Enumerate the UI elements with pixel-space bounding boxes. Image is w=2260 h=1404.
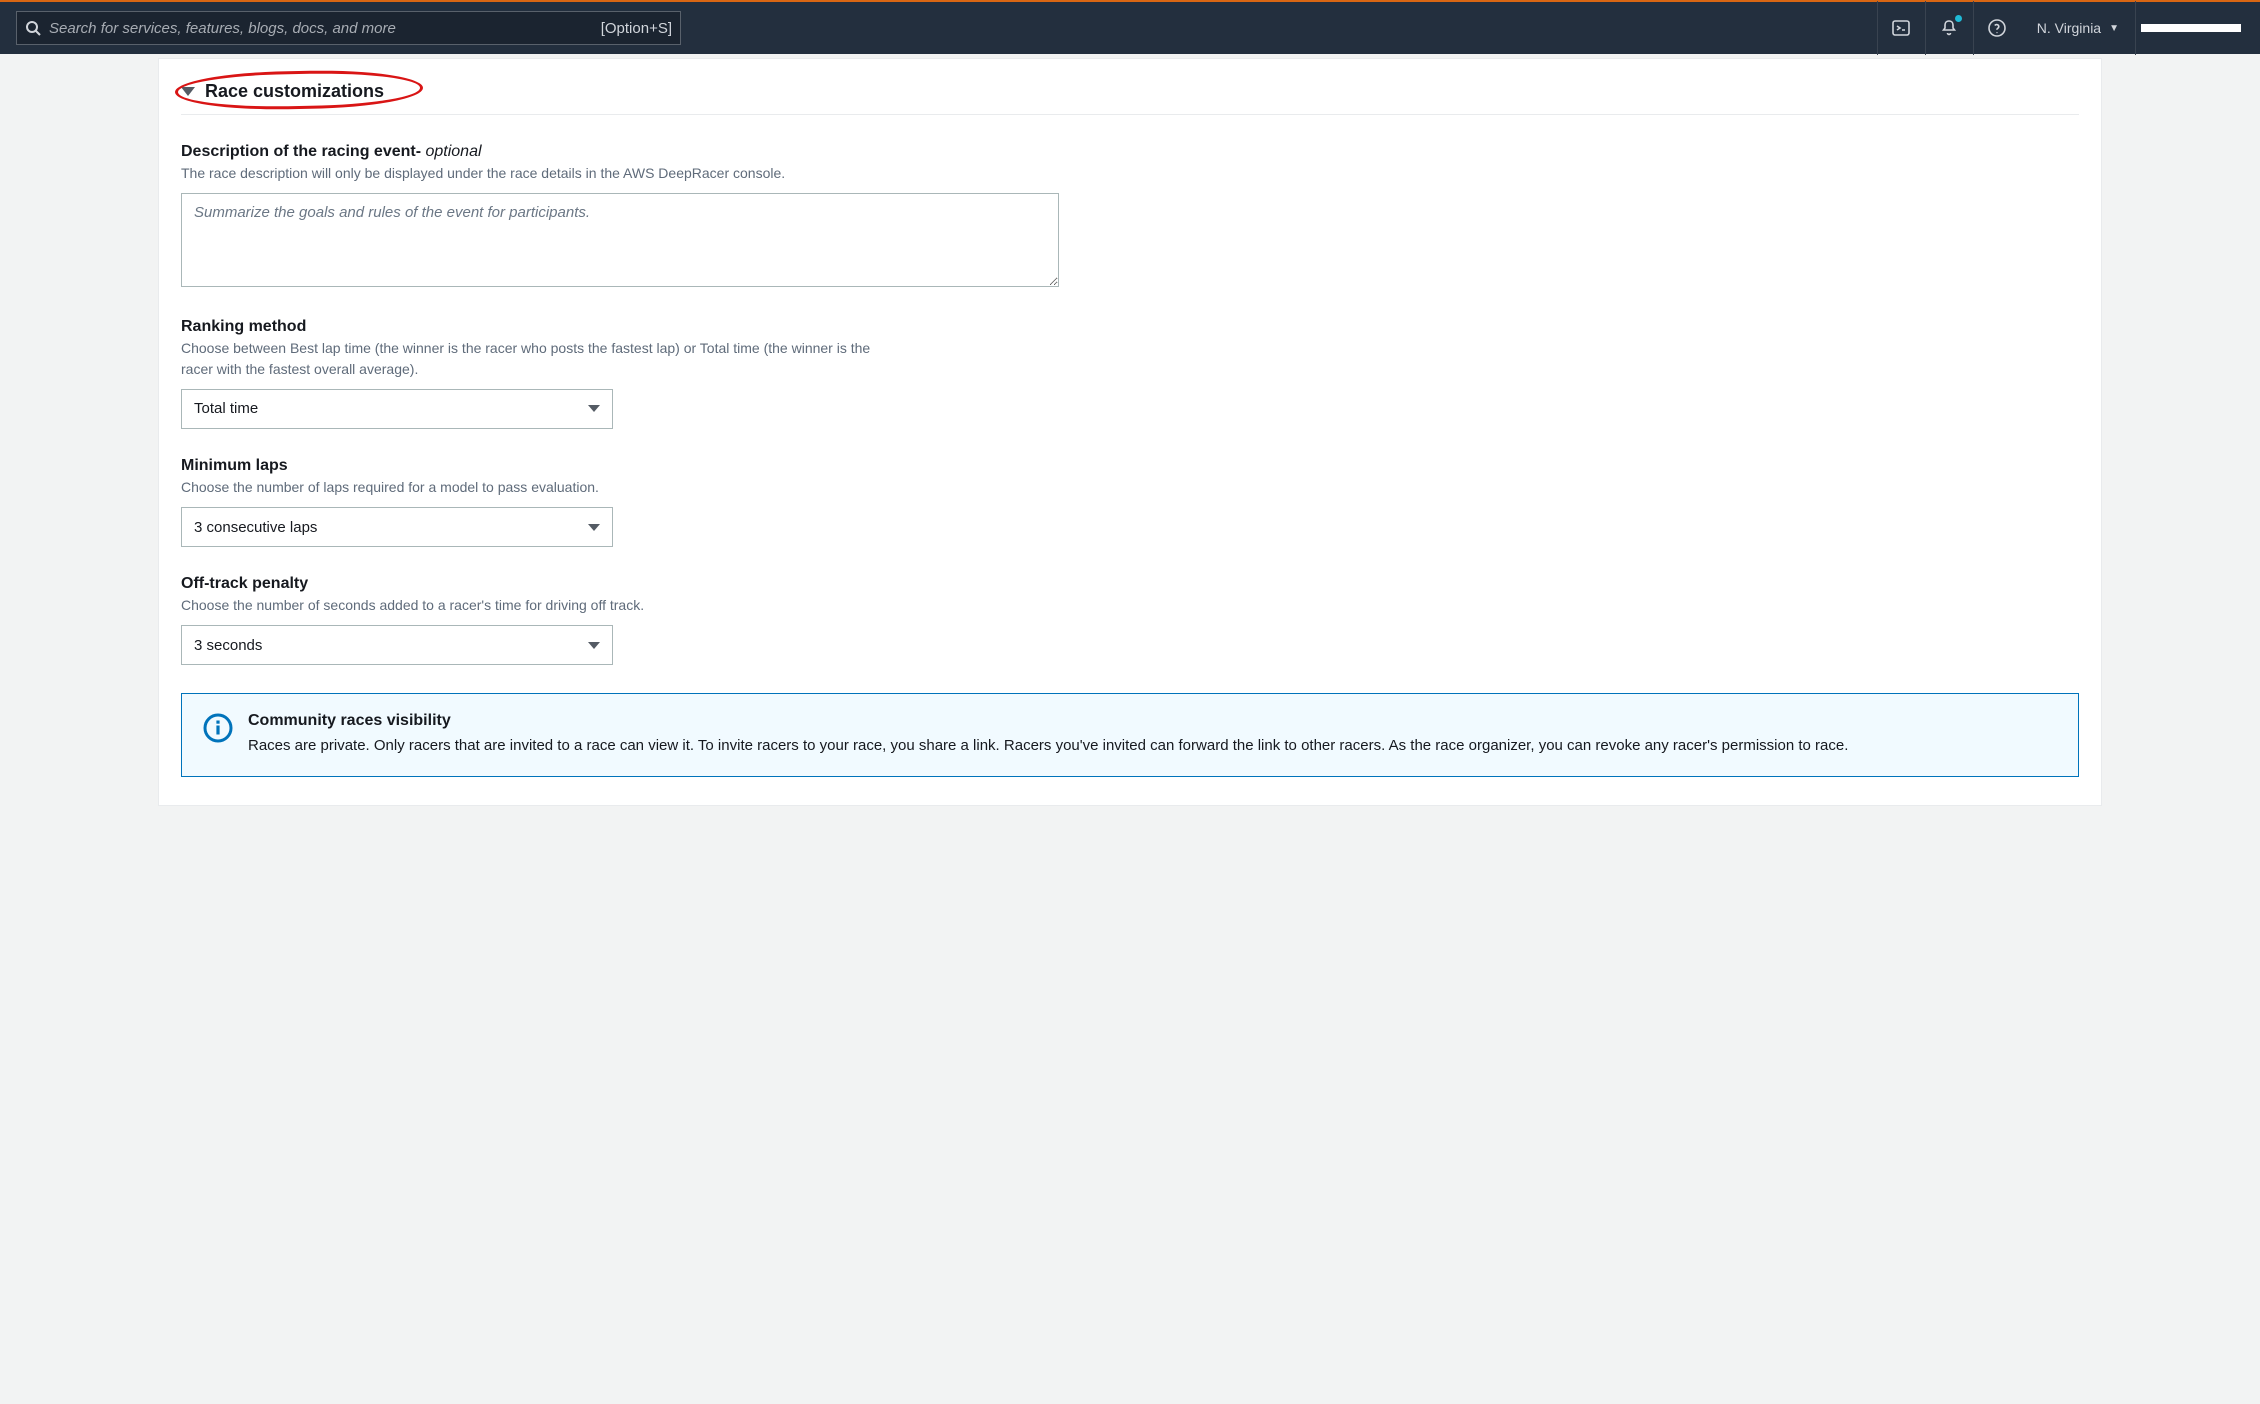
region-selector[interactable]: N. Virginia ▼ [2021, 1, 2136, 55]
info-title: Community races visibility [248, 712, 1848, 730]
field-minimum-laps: Minimum laps Choose the number of laps r… [181, 457, 2079, 547]
penalty-selected-value: 3 seconds [194, 637, 262, 654]
ranking-help: Choose between Best lap time (the winner… [181, 338, 901, 379]
description-label: Description of the racing event- optiona… [181, 143, 2079, 161]
ranking-selected-value: Total time [194, 400, 258, 417]
notifications-button[interactable] [1925, 1, 1973, 55]
top-nav: [Option+S] N. Virginia ▼ [0, 0, 2260, 54]
search-icon [25, 20, 41, 36]
topbar-actions: N. Virginia ▼ [1877, 1, 2246, 55]
help-button[interactable] [1973, 1, 2021, 55]
info-icon [202, 712, 234, 744]
global-search[interactable]: [Option+S] [16, 11, 681, 45]
description-label-text: Description of the racing event- [181, 143, 425, 160]
region-label: N. Virginia [2037, 20, 2101, 36]
account-menu[interactable] [2136, 1, 2246, 55]
description-label-optional: optional [425, 143, 481, 160]
section-title: Race customizations [205, 81, 384, 102]
minlaps-label: Minimum laps [181, 457, 2079, 475]
community-visibility-info: Community races visibility Races are pri… [181, 693, 2079, 776]
minlaps-selected-value: 3 consecutive laps [194, 519, 317, 536]
caret-down-icon: ▼ [2109, 23, 2119, 34]
section-header[interactable]: Race customizations [181, 77, 2079, 102]
penalty-help: Choose the number of seconds added to a … [181, 595, 901, 615]
description-help: The race description will only be displa… [181, 163, 901, 183]
search-shortcut-hint: [Option+S] [601, 20, 672, 37]
minimum-laps-select[interactable]: 3 consecutive laps [181, 507, 613, 547]
field-offtrack-penalty: Off-track penalty Choose the number of s… [181, 575, 2079, 665]
cloudshell-button[interactable] [1877, 1, 1925, 55]
race-customizations-panel: Race customizations Description of the r… [158, 58, 2102, 806]
notification-dot-icon [1955, 15, 1962, 22]
offtrack-penalty-select[interactable]: 3 seconds [181, 625, 613, 665]
chevron-down-icon [588, 642, 600, 649]
ranking-label: Ranking method [181, 318, 2079, 336]
disclosure-triangle-icon [181, 87, 195, 96]
account-placeholder-icon [2141, 24, 2241, 32]
description-textarea[interactable] [181, 193, 1059, 287]
search-input[interactable] [49, 20, 593, 37]
chevron-down-icon [588, 524, 600, 531]
section-divider [181, 114, 2079, 115]
penalty-label: Off-track penalty [181, 575, 2079, 593]
field-ranking-method: Ranking method Choose between Best lap t… [181, 318, 2079, 429]
chevron-down-icon [588, 405, 600, 412]
ranking-method-select[interactable]: Total time [181, 389, 613, 429]
info-body: Races are private. Only racers that are … [248, 734, 1848, 757]
minlaps-help: Choose the number of laps required for a… [181, 477, 901, 497]
field-description: Description of the racing event- optiona… [181, 143, 2079, 290]
